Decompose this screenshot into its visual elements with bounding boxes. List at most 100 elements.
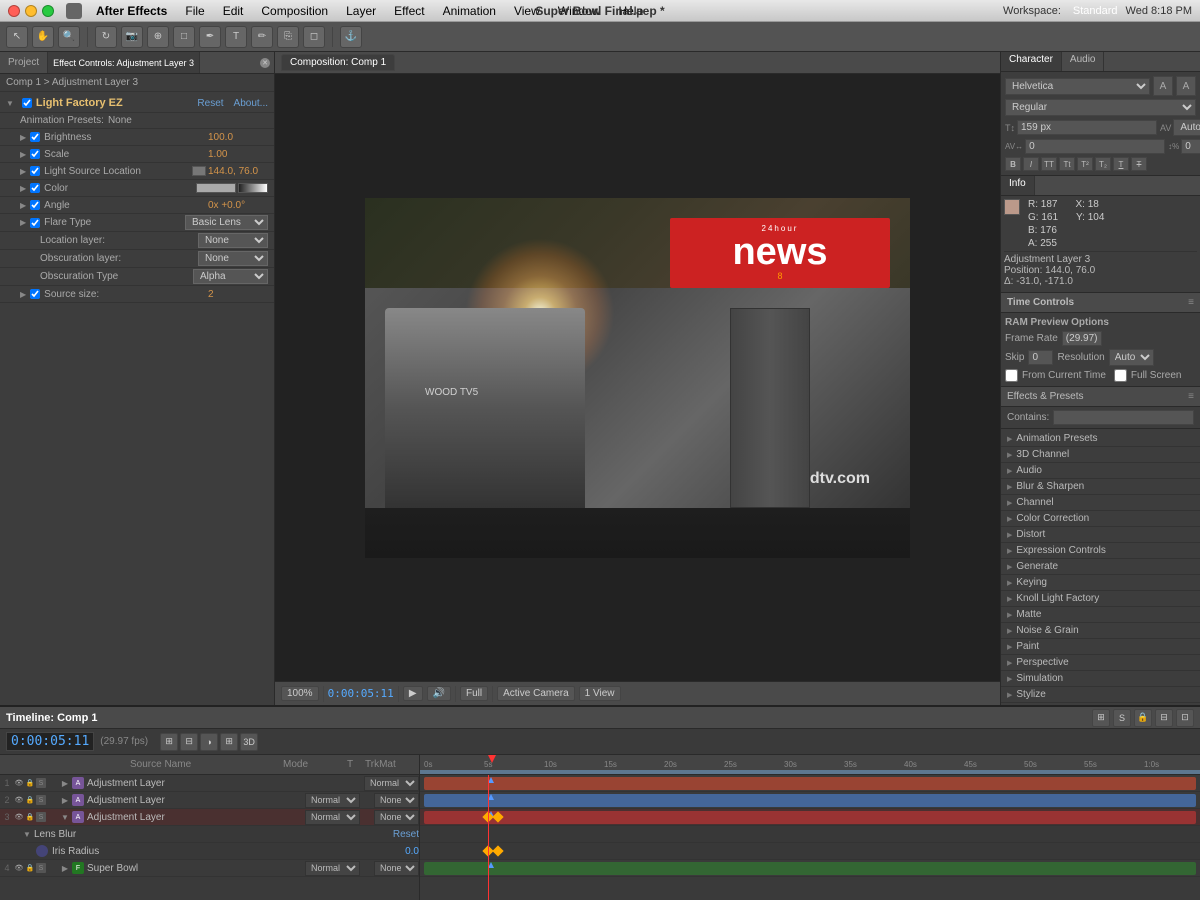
play-btn[interactable]: ▶	[403, 686, 423, 701]
tracking-input[interactable]	[1025, 139, 1165, 154]
brightness-value[interactable]: 100.0	[208, 132, 268, 143]
location-layer-select[interactable]: None	[198, 233, 268, 248]
tl-layer-4-solo[interactable]: S	[36, 863, 46, 873]
brightness-enable[interactable]	[30, 132, 40, 142]
effect-animation-presets[interactable]: ▶ Animation Presets	[1001, 431, 1200, 447]
tl-layer-3-mode[interactable]: Normal	[305, 810, 360, 825]
track-row-3[interactable]	[420, 809, 1200, 826]
tab-project[interactable]: Project	[0, 52, 48, 73]
tl-layer-1-lock[interactable]: 🔒	[25, 778, 35, 788]
tl-frame-btn[interactable]: ⊡	[1176, 709, 1194, 727]
scale-value[interactable]: 1.00	[208, 149, 268, 160]
tl-layer-3-vis[interactable]: 👁	[14, 812, 24, 822]
tl-layer-4-lock[interactable]: 🔒	[25, 863, 35, 873]
tl-lock-btn[interactable]: 🔒	[1134, 709, 1152, 727]
toolbar-hand-tool[interactable]: ✋	[32, 26, 54, 48]
tab-info[interactable]: Info	[1001, 176, 1035, 195]
tab-effect-controls[interactable]: Effect Controls: Adjustment Layer 3	[48, 52, 200, 73]
menu-edit[interactable]: Edit	[215, 2, 252, 20]
effect-stylize[interactable]: ▶ Stylize	[1001, 687, 1200, 703]
tl-layer-1-vis[interactable]: 👁	[14, 778, 24, 788]
toolbar-stamp-tool[interactable]: ⎘	[277, 26, 299, 48]
source-size-expand[interactable]: ▶	[20, 290, 26, 299]
effects-presets-menu[interactable]: ≡	[1188, 391, 1194, 402]
light-source-value[interactable]: 144.0, 76.0	[208, 166, 268, 177]
anim-presets-value[interactable]: None	[108, 115, 132, 126]
light-source-crosshair[interactable]	[192, 166, 206, 176]
tl-layer-4-expand[interactable]: ▶	[58, 861, 72, 875]
smallcaps-icon[interactable]: Tt	[1059, 157, 1075, 171]
tl-collapse-btn[interactable]: ⊟	[1155, 709, 1173, 727]
effect-3d-channel[interactable]: ▶ 3D Channel	[1001, 447, 1200, 463]
vertical-scale-input[interactable]	[1181, 139, 1200, 154]
tl-3d-btn[interactable]: 3D	[240, 733, 258, 751]
light-source-expand[interactable]: ▶	[20, 167, 26, 176]
obscuration-layer-select[interactable]: None	[198, 251, 268, 266]
tl-layer-4-trkmat[interactable]: None	[374, 861, 419, 876]
toolbar-brush-tool[interactable]: ✏	[251, 26, 273, 48]
tl-effect-expand[interactable]: ▼	[20, 827, 34, 841]
light-source-enable[interactable]	[30, 166, 40, 176]
tl-layer-2-lock[interactable]: 🔒	[25, 795, 35, 805]
tl-solo-btn[interactable]: S	[1113, 709, 1131, 727]
panel-close-btn[interactable]: ✕	[260, 58, 270, 68]
menu-layer[interactable]: Layer	[338, 2, 384, 20]
view-selector[interactable]: 1 View	[579, 686, 621, 701]
tl-layer-4-mode[interactable]: Normal	[305, 861, 360, 876]
composition-viewer[interactable]: 24hour news 8 woodtv.com WOOD TV5	[275, 74, 1000, 681]
tl-layer-1-solo[interactable]: S	[36, 778, 46, 788]
menu-file[interactable]: File	[177, 2, 212, 20]
timeline-timecode[interactable]: 0:00:05:11	[6, 732, 94, 751]
toolbar-select-tool[interactable]: ↖	[6, 26, 28, 48]
track-row-4[interactable]	[420, 860, 1200, 877]
angle-enable[interactable]	[30, 200, 40, 210]
toolbar-rotate-tool[interactable]: ↻	[95, 26, 117, 48]
effect-simulation[interactable]: ▶ Simulation	[1001, 671, 1200, 687]
super-icon[interactable]: T²	[1077, 157, 1093, 171]
comp-tab-1[interactable]: Composition: Comp 1	[281, 54, 395, 71]
tl-layer-2-mode[interactable]: Normal	[305, 793, 360, 808]
scale-enable[interactable]	[30, 149, 40, 159]
tl-iris-radius-value[interactable]: 0.0	[405, 846, 419, 857]
tl-layer-3-trkmat[interactable]: None	[374, 810, 419, 825]
timecode-display[interactable]: 0:00:05:11	[328, 687, 394, 700]
track-row-2[interactable]	[420, 792, 1200, 809]
tl-motion-blur-btn[interactable]: ◑	[200, 733, 218, 751]
timeline-track-area[interactable]: 0s 5s 10s 15s 20s 25s 30s 35s 40s 45s 50…	[420, 755, 1200, 900]
tl-layer-4-vis[interactable]: 👁	[14, 863, 24, 873]
toolbar-zoom-tool[interactable]: 🔍	[58, 26, 80, 48]
tl-effect-reset-btn[interactable]: Reset	[393, 829, 419, 840]
color-swatch[interactable]	[196, 183, 236, 193]
timeline-ruler[interactable]: 0s 5s 10s 15s 20s 25s 30s 35s 40s 45s 50…	[420, 755, 1200, 775]
strike-icon[interactable]: T	[1131, 157, 1147, 171]
full-screen-checkbox[interactable]	[1114, 369, 1127, 382]
audio-btn[interactable]: 🔊	[427, 686, 451, 701]
toolbar-text-tool[interactable]: T	[225, 26, 247, 48]
time-controls-header[interactable]: Time Controls ≡	[1001, 293, 1200, 313]
skip-input[interactable]	[1028, 350, 1053, 365]
toolbar-camera-tool[interactable]: 📷	[121, 26, 143, 48]
flare-type-enable[interactable]	[30, 218, 40, 228]
plugin-expand-icon[interactable]: ▼	[6, 99, 14, 108]
sub-icon[interactable]: T₂	[1095, 157, 1111, 171]
resolution-select[interactable]: Auto Full Half	[1109, 349, 1154, 366]
flare-type-expand[interactable]: ▶	[20, 218, 26, 227]
toolbar-puppet-tool[interactable]: ⚓	[340, 26, 362, 48]
color-enable[interactable]	[30, 183, 40, 193]
effect-text[interactable]: ▶ Text	[1001, 703, 1200, 705]
effect-distort[interactable]: ▶ Distort	[1001, 527, 1200, 543]
source-size-enable[interactable]	[30, 289, 40, 299]
effects-search-input[interactable]	[1053, 410, 1194, 425]
menu-composition[interactable]: Composition	[253, 2, 336, 20]
zoom-button[interactable]	[42, 5, 54, 17]
angle-expand[interactable]: ▶	[20, 201, 26, 210]
tl-preview-btn[interactable]: ⊞	[160, 733, 178, 751]
effect-paint[interactable]: ▶ Paint	[1001, 639, 1200, 655]
toolbar-eraser-tool[interactable]: ◻	[303, 26, 325, 48]
obscuration-type-select[interactable]: Alpha Luminance	[193, 269, 268, 284]
track-row-1[interactable]	[420, 775, 1200, 792]
source-size-value[interactable]: 2	[208, 289, 268, 300]
close-button[interactable]	[8, 5, 20, 17]
scale-expand[interactable]: ▶	[20, 150, 26, 159]
tl-param-stopwatch[interactable]	[36, 845, 48, 857]
